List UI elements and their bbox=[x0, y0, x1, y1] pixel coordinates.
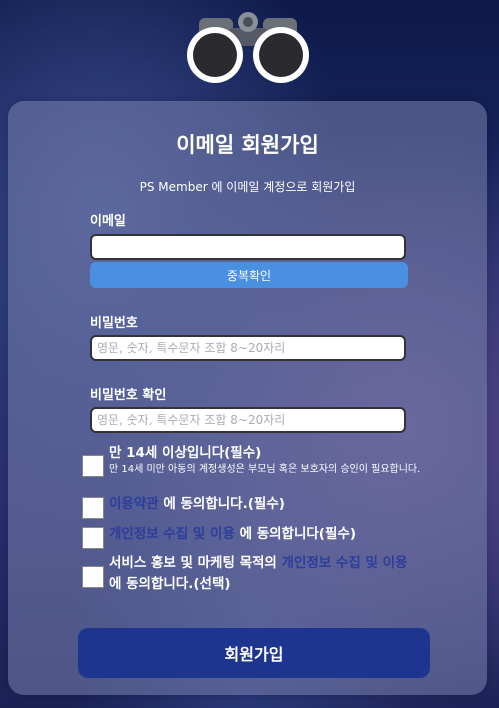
age-agree-checkbox[interactable] bbox=[82, 455, 104, 477]
page-title: 이메일 회원가입 bbox=[176, 133, 319, 157]
marketing-agree-suffix: 에 동의합니다.(선택) bbox=[109, 576, 231, 592]
email-label: 이메일 bbox=[90, 214, 126, 229]
marketing-agree-checkbox[interactable] bbox=[82, 566, 104, 588]
terms-agree-checkbox[interactable] bbox=[82, 497, 104, 519]
age-agree-label: 만 14세 이상입니다(필수) bbox=[109, 445, 262, 461]
terms-agree-text: 에 동의합니다.(필수) bbox=[158, 496, 285, 512]
page-subtitle: PS Member 에 이메일 계정으로 회원가입 bbox=[139, 180, 356, 194]
email-field[interactable] bbox=[90, 234, 406, 260]
password-label: 비밀번호 bbox=[90, 316, 138, 331]
privacy-agree-label: 개인정보 수집 및 이용 에 동의합니다(필수) bbox=[109, 524, 356, 545]
signup-card: 이메일 회원가입 PS Member 에 이메일 계정으로 회원가입 이메일 중… bbox=[8, 101, 487, 695]
privacy-agree-checkbox[interactable] bbox=[82, 527, 104, 549]
password-confirm-label: 비밀번호 확인 bbox=[90, 388, 167, 403]
duplicate-check-button[interactable]: 중복확인 bbox=[90, 262, 408, 288]
signup-submit-button[interactable]: 회원가입 bbox=[78, 628, 430, 678]
terms-agree-label: 이용약관 에 동의합니다.(필수) bbox=[109, 494, 285, 515]
marketing-agree-prefix: 서비스 홍보 및 마케팅 목적의 bbox=[109, 555, 282, 571]
privacy-link[interactable]: 개인정보 수집 및 이용 bbox=[109, 526, 235, 542]
password-confirm-field[interactable] bbox=[90, 407, 406, 433]
terms-link[interactable]: 이용약관 bbox=[109, 496, 159, 512]
privacy-agree-text: 에 동의합니다(필수) bbox=[234, 526, 356, 542]
binoculars-icon bbox=[187, 12, 309, 83]
password-field[interactable] bbox=[90, 335, 406, 361]
age-agree-note: 만 14세 미만 아동의 계정생성은 부모님 혹은 보호자의 승인이 필요합니다… bbox=[109, 464, 421, 475]
marketing-agree-label: 서비스 홍보 및 마케팅 목적의 개인정보 수집 및 이용 에 동의합니다.(선… bbox=[109, 553, 419, 595]
marketing-privacy-link[interactable]: 개인정보 수집 및 이용 bbox=[282, 555, 408, 571]
